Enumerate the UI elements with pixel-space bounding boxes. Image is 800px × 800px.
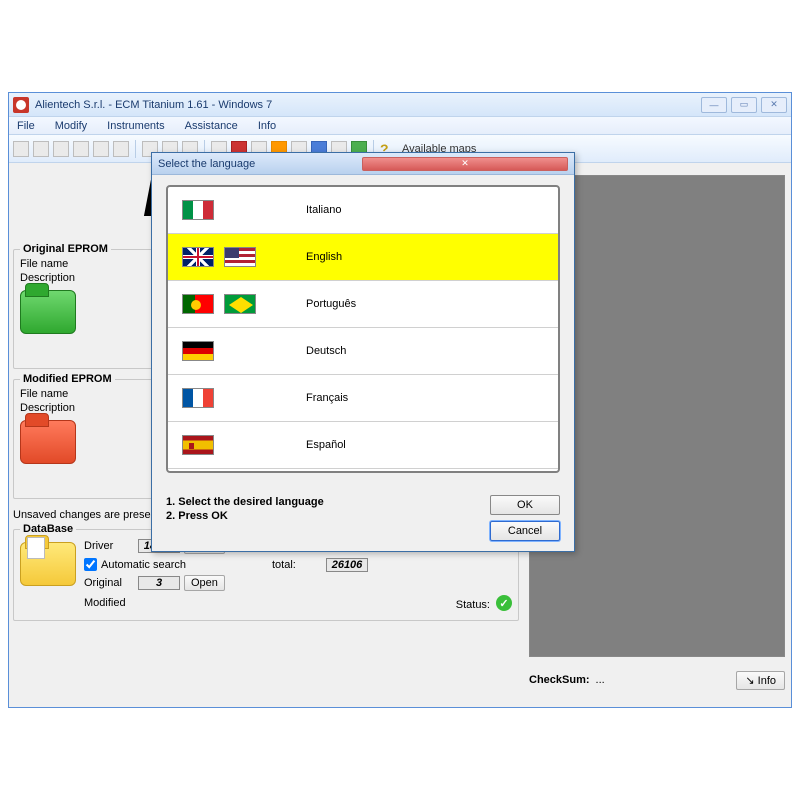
tb-icon-1[interactable] (13, 141, 29, 157)
app-icon (13, 97, 29, 113)
dialog-ok-button[interactable]: OK (490, 495, 560, 515)
database-title: DataBase (20, 523, 76, 535)
menubar: File Modify Instruments Assistance Info (9, 117, 791, 135)
tb-icon-3[interactable] (53, 141, 69, 157)
flag-portugal-icon (182, 294, 214, 314)
flag-spain-icon (182, 435, 214, 455)
folder-open-original-icon[interactable] (20, 290, 76, 334)
checksum-value: ... (596, 674, 731, 686)
language-dialog: Select the language ✕ Italiano English P… (151, 152, 575, 552)
tb-icon-2[interactable] (33, 141, 49, 157)
dialog-instructions: 1. Select the desired language 2. Press … (166, 495, 490, 524)
tb-sep (135, 140, 136, 158)
automatic-search-checkbox[interactable]: Automatic search (84, 558, 264, 571)
orig-filename-label: File name (20, 258, 80, 270)
total-label: total: (272, 559, 322, 571)
menu-assistance[interactable]: Assistance (181, 119, 242, 133)
menu-modify[interactable]: Modify (51, 119, 91, 133)
language-italian[interactable]: Italiano (168, 187, 558, 234)
folder-open-modified-icon[interactable] (20, 420, 76, 464)
titlebar: Alientech S.r.l. - ECM Titanium 1.61 - W… (9, 93, 791, 117)
tb-icon-4[interactable] (73, 141, 89, 157)
status-label: Status: (456, 599, 490, 611)
automatic-search-input[interactable] (84, 558, 97, 571)
maximize-button[interactable]: ▭ (731, 97, 757, 113)
status-ok-icon: ✓ (496, 595, 512, 611)
tb-icon-5[interactable] (93, 141, 109, 157)
driver-label: Driver (84, 540, 134, 552)
info-button[interactable]: ↘ Info (736, 671, 785, 690)
original-label: Original (84, 577, 134, 589)
menu-info[interactable]: Info (254, 119, 280, 133)
language-label: English (266, 251, 544, 263)
modified-label: Modified (84, 597, 134, 609)
language-label: Português (266, 298, 544, 310)
minimize-button[interactable]: — (701, 97, 727, 113)
dialog-cancel-button[interactable]: Cancel (490, 521, 560, 541)
close-button[interactable]: ✕ (761, 97, 787, 113)
dialog-titlebar: Select the language ✕ (152, 153, 574, 175)
dialog-instr-line2: 2. Press OK (166, 509, 490, 523)
flag-uk-icon (182, 247, 214, 267)
language-spanish[interactable]: Español (168, 422, 558, 469)
menu-file[interactable]: File (13, 119, 39, 133)
automatic-search-label: Automatic search (101, 559, 186, 571)
original-eprom-title: Original EPROM (20, 243, 111, 255)
dialog-title: Select the language (158, 158, 362, 170)
window-title: Alientech S.r.l. - ECM Titanium 1.61 - W… (35, 99, 701, 111)
checksum-label: CheckSum: (529, 674, 590, 686)
language-french[interactable]: Français (168, 375, 558, 422)
dialog-close-button[interactable]: ✕ (362, 157, 568, 171)
language-label: Italiano (266, 204, 544, 216)
mod-filename-label: File name (20, 388, 80, 400)
flag-brazil-icon (224, 294, 256, 314)
menu-instruments[interactable]: Instruments (103, 119, 168, 133)
modified-eprom-title: Modified EPROM (20, 373, 115, 385)
language-german[interactable]: Deutsch (168, 328, 558, 375)
language-english[interactable]: English (168, 234, 558, 281)
language-portuguese[interactable]: Português (168, 281, 558, 328)
flag-us-icon (224, 247, 256, 267)
language-label: Français (266, 392, 544, 404)
dialog-instr-line1: 1. Select the desired language (166, 495, 490, 509)
tb-icon-6[interactable] (113, 141, 129, 157)
language-label: Deutsch (266, 345, 544, 357)
original-count: 3 (138, 576, 180, 590)
flag-france-icon (182, 388, 214, 408)
folder-database-icon[interactable] (20, 542, 76, 586)
flag-germany-icon (182, 341, 214, 361)
total-count: 26106 (326, 558, 368, 572)
flag-italy-icon (182, 200, 214, 220)
original-open-button[interactable]: Open (184, 575, 225, 591)
unsaved-changes-text: Unsaved changes are prese (13, 509, 151, 521)
info-button-label: Info (758, 675, 776, 687)
language-list: Italiano English Português Deutsch Franç (166, 185, 560, 473)
language-label: Español (266, 439, 544, 451)
